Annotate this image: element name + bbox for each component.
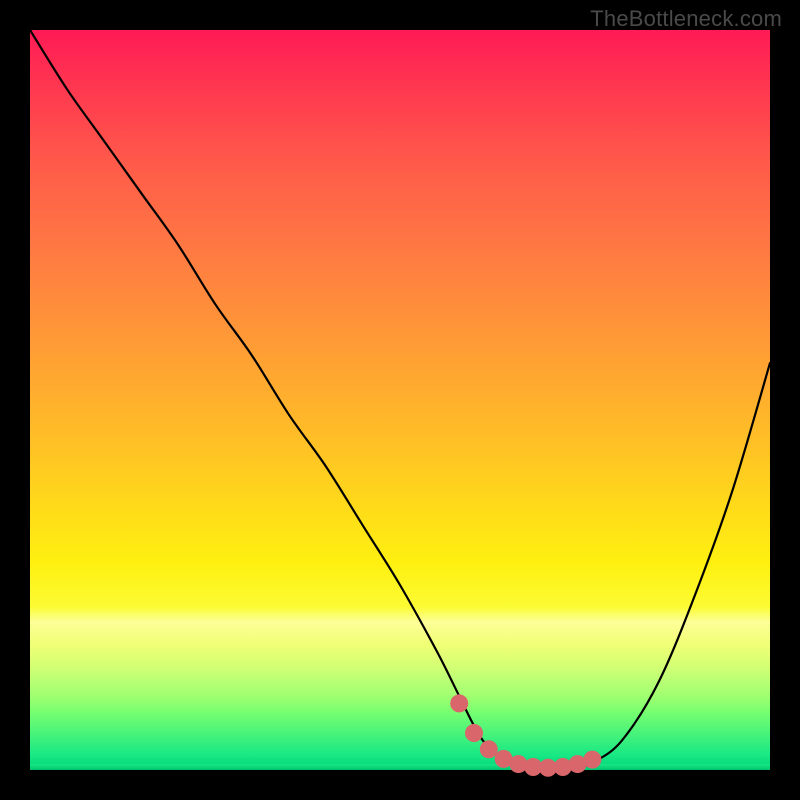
chart-svg [30,30,770,770]
marker-dot [480,740,498,758]
marker-dot [450,694,468,712]
optimal-range-markers [450,694,601,776]
marker-dot [583,751,601,769]
watermark-text: TheBottleneck.com [590,6,782,32]
bottleneck-curve-path [30,30,770,771]
marker-dot [465,724,483,742]
chart-stage: TheBottleneck.com [0,0,800,800]
